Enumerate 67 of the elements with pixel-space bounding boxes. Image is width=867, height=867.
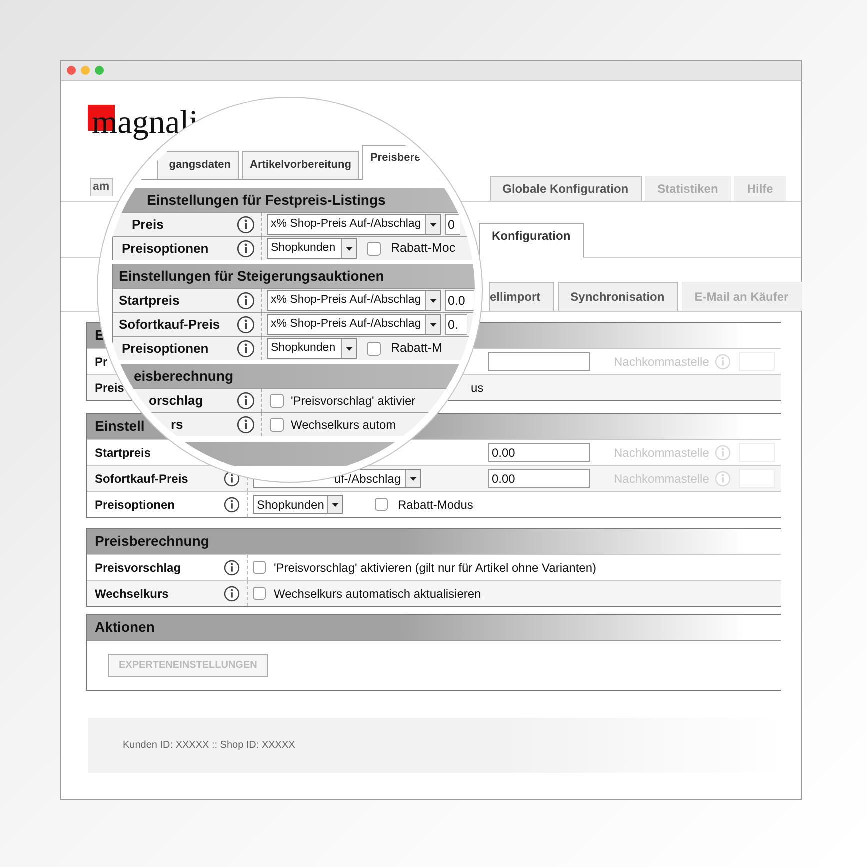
field-label: Preisoptionen [122,240,209,258]
dropdown[interactable]: Shopkunden [267,338,357,359]
checkbox[interactable] [253,587,266,600]
dropdown[interactable]: Shopkunden [267,238,357,259]
input-field[interactable]: 0.00 [488,443,590,462]
close-window-icon[interactable] [67,66,76,75]
section-header: Einstellungen für Steigerungsauktionen [113,264,475,288]
caret-icon [430,222,436,226]
tab[interactable]: Konfiguration [479,223,584,258]
checkbox[interactable] [375,498,388,511]
info-icon[interactable] [237,416,255,434]
dropdown[interactable]: x% Shop-Preis Auf-/Abschlag [267,314,441,335]
checkbox-label: 'Preisvorschlag' aktivieren (gilt nur für Artikel ohne Varianten) [274,560,597,576]
field-label: Pr [95,354,108,370]
field-label: orschlag [149,392,204,410]
field-label: Nachkommastelle [614,444,710,462]
input-field[interactable]: 0.00 [488,469,590,488]
option-text: us [471,380,484,396]
input-field[interactable]: 0 [445,214,460,235]
checkbox-label: Wechselkurs automatisch aktualisieren [274,586,482,602]
tab[interactable]: Globale Konfiguration [490,176,642,201]
caret-icon [430,322,436,326]
caret-icon [332,502,338,506]
field-label: Startpreis [95,444,152,462]
input-field[interactable]: 0. [445,314,467,335]
input-field[interactable] [488,352,590,371]
dropdown[interactable]: x% Shop-Preis Auf-/Abschlag [267,214,441,235]
info-icon[interactable] [237,316,255,334]
info-icon[interactable] [224,560,240,576]
caret-icon [346,246,352,250]
field-label: rs [171,416,184,434]
tab[interactable]: am [90,178,113,196]
info-icon[interactable] [237,292,255,310]
field-label: Preisoptionen [95,496,176,514]
caret-icon [430,298,436,302]
field-label: Preis [95,380,124,396]
maximize-window-icon[interactable] [95,66,104,75]
footer-text: Kunden ID: XXXXX :: Shop ID: XXXXX [123,739,296,753]
info-icon[interactable] [237,392,255,410]
checkbox-label: Wechselkurs autom [291,416,396,434]
field-label: Nachkommastelle [614,354,710,370]
checkbox[interactable] [367,242,381,256]
checkbox-label: Rabatt-Moc [391,240,456,258]
dropdown[interactable]: Shopkunden [253,495,343,514]
tab[interactable]: Artikelvorbereitung [242,151,360,179]
checkbox[interactable] [253,561,266,574]
info-icon[interactable] [224,586,240,602]
info-icon[interactable] [237,340,255,358]
info-icon[interactable] [224,496,240,512]
checkbox-label: Rabatt-Modus [398,496,474,514]
info-icon[interactable] [237,240,255,258]
input-field[interactable]: 0.0 [445,290,474,311]
field-label: Wechselkurs [95,586,169,602]
field-label: Sofortkauf-Preis [95,470,188,488]
field-label: Preisvorschlag [95,560,182,576]
tab[interactable]: Synchronisation [558,282,678,311]
checkbox[interactable] [270,418,284,432]
checkbox[interactable] [270,394,284,408]
tab[interactable]: gangsdaten [157,151,239,179]
field-label: Preis [132,216,164,234]
info-icon[interactable] [237,216,255,234]
checkbox[interactable] [367,342,381,356]
dropdown[interactable]: x% Shop-Preis Auf-/Abschlag [267,290,441,311]
caret-icon [410,476,416,480]
field-label: Startpreis [119,292,180,310]
tab[interactable]: ellimport [489,282,554,311]
checkbox-label: 'Preisvorschlag' aktivier [291,392,416,410]
